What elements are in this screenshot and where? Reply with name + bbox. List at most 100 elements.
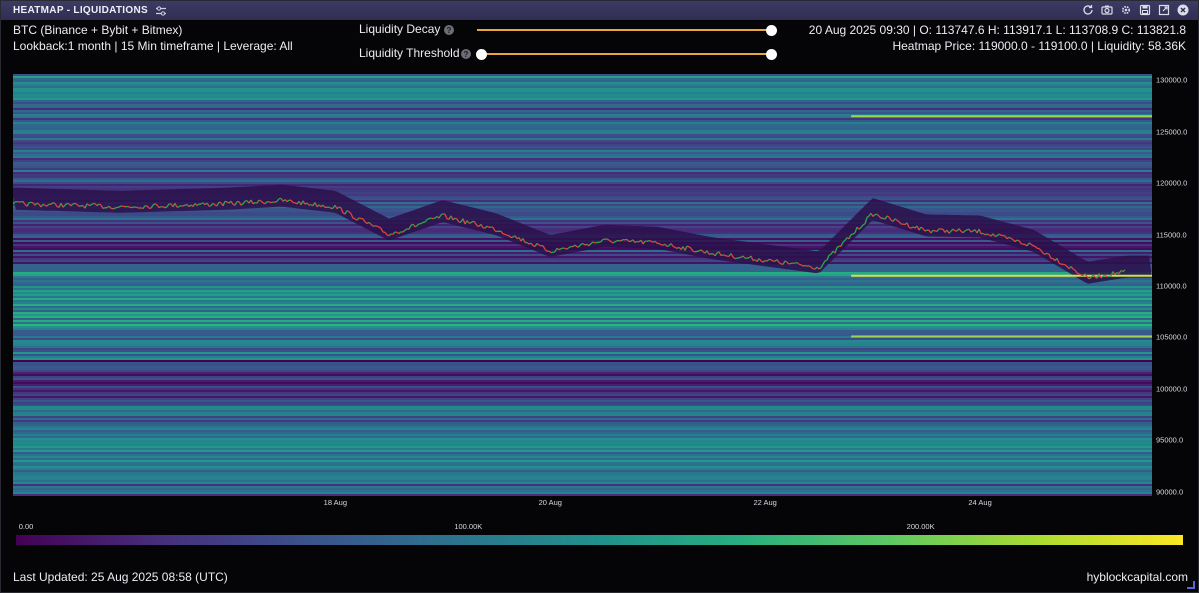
price-candle	[592, 241, 596, 244]
liquidity-band	[13, 418, 1152, 420]
liquidity-band	[13, 412, 1152, 414]
help-icon[interactable]: ?	[461, 49, 471, 59]
liquidity-band	[13, 252, 1152, 254]
liquidity-band	[13, 344, 1152, 346]
gear-icon[interactable]	[1119, 3, 1133, 17]
liquidity-band	[13, 264, 1152, 266]
liquidity-band	[13, 94, 1152, 96]
color-scale-tick: 0.00	[18, 522, 34, 531]
help-icon[interactable]: ?	[444, 25, 454, 35]
liquidity-decay-label: Liquidity Decay	[359, 22, 441, 36]
liquidity-band	[13, 186, 1152, 188]
liquidity-band	[13, 384, 1152, 386]
liquidity-band	[13, 254, 1152, 256]
brand-link[interactable]: hyblockcapital.com	[1087, 570, 1188, 584]
expand-icon[interactable]	[1157, 3, 1171, 17]
price-candle	[274, 200, 278, 203]
liquidity-band	[13, 328, 1152, 330]
price-candle	[558, 248, 562, 251]
liquidity-band	[13, 434, 1152, 436]
price-candle	[924, 229, 928, 232]
liquidity-threshold-slider[interactable]	[476, 48, 777, 60]
price-candle	[798, 263, 802, 266]
liquidity-band	[13, 426, 1152, 428]
price-candle	[376, 225, 380, 228]
liquidity-band	[13, 468, 1152, 470]
liquidity-band	[13, 454, 1152, 456]
liquidity-band	[13, 74, 1152, 76]
liquidity-band	[13, 452, 1152, 454]
liquidation-heatmap[interactable]	[13, 74, 1152, 496]
date-tick-label: 22 Aug	[753, 498, 777, 507]
price-candle	[428, 217, 432, 220]
liquidity-band	[13, 458, 1152, 460]
sliders-icon[interactable]	[155, 5, 167, 17]
refresh-icon[interactable]	[1081, 3, 1095, 17]
liquidity-band	[13, 360, 1152, 362]
save-icon[interactable]	[1138, 3, 1152, 17]
liquidity-band	[13, 132, 1152, 134]
liquidity-band	[13, 352, 1152, 354]
liquidity-band	[13, 456, 1152, 458]
liquidity-band	[13, 126, 1152, 128]
price-candle	[538, 244, 542, 247]
liquidity-band	[13, 446, 1152, 448]
price-candle	[824, 259, 828, 262]
liquidity-band	[13, 340, 1152, 342]
liquidity-band	[13, 394, 1152, 396]
time-axis: 18 Aug 20 Aug 22 Aug 24 Aug	[13, 496, 1152, 511]
liquidity-band	[13, 370, 1152, 372]
price-candle	[646, 239, 650, 243]
price-candle	[994, 235, 998, 237]
liquidity-band	[13, 314, 1152, 316]
liquidity-band	[13, 416, 1152, 418]
liquidity-threshold-min-knob[interactable]	[476, 48, 487, 60]
liquidity-band	[13, 134, 1152, 136]
liquidity-band	[13, 450, 1152, 452]
liquidity-band	[13, 392, 1152, 394]
price-candle	[426, 218, 430, 221]
liquidity-band	[13, 124, 1152, 126]
liquidity-band	[13, 378, 1152, 380]
liquidity-band	[13, 80, 1152, 82]
price-candle	[1058, 262, 1062, 265]
liquidity-band	[13, 460, 1152, 462]
liquidity-band	[13, 280, 1152, 282]
liquidity-decay-slider[interactable]	[477, 24, 777, 36]
price-axis: 130000.0 125000.0 120000.0 115000.0 110000.0…	[1152, 74, 1198, 497]
liquidity-band	[13, 76, 1152, 78]
liquidity-band	[13, 152, 1152, 154]
heatmap-hover-readout: Heatmap Price: 119000.0 - 119100.0 | Liq…	[892, 39, 1186, 53]
liquidity-band	[13, 78, 1152, 80]
liquidity-band	[13, 404, 1152, 406]
liquidity-band	[13, 300, 1152, 302]
price-candle	[736, 257, 740, 259]
price-candle	[724, 254, 728, 257]
camera-icon[interactable]	[1100, 3, 1114, 17]
close-icon[interactable]	[1176, 3, 1190, 17]
price-candle	[136, 206, 140, 209]
price-candle	[984, 233, 988, 236]
window-title-bar: HEATMAP - LIQUIDATIONS	[1, 1, 1198, 20]
price-candle	[672, 245, 676, 248]
liquidity-band	[13, 382, 1152, 384]
price-candle	[506, 234, 510, 237]
liquidity-band	[13, 482, 1152, 484]
price-candle	[224, 200, 228, 203]
resize-handle[interactable]	[1187, 581, 1195, 589]
liquidity-decay-knob[interactable]	[766, 24, 777, 36]
price-candle	[686, 245, 690, 248]
liquidity-band	[13, 258, 1152, 260]
liquidity-band	[13, 306, 1152, 308]
liquidity-band	[13, 288, 1152, 290]
liquidity-band	[13, 432, 1152, 434]
liquidity-band	[13, 396, 1152, 398]
price-candle	[552, 251, 556, 253]
liquidity-band	[13, 400, 1152, 402]
liquidity-threshold-max-knob[interactable]	[766, 48, 777, 60]
price-candle	[98, 203, 102, 206]
liquidity-band	[13, 120, 1152, 122]
liquidity-band	[13, 466, 1152, 468]
liquidity-band	[13, 90, 1152, 92]
liquidity-band	[13, 442, 1152, 444]
